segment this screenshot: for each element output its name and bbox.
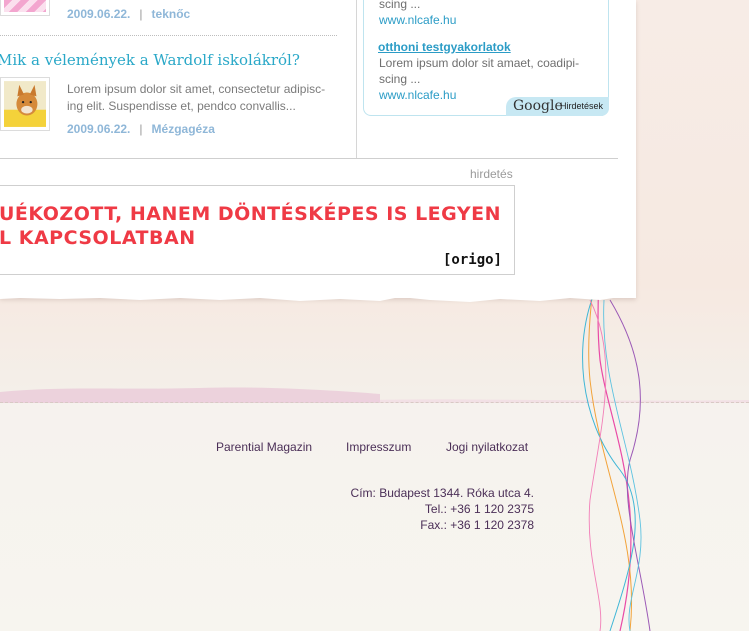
article-date: 2009.06.22.	[67, 7, 131, 21]
banner-ad[interactable]: UÉKOZOTT, HANEM DÖNTÉSKÉPES IS LEGYEN L …	[0, 185, 515, 275]
contact-fax: Fax.: +36 1 120 2378	[420, 518, 534, 532]
article-thumbnail[interactable]	[0, 77, 50, 131]
article-excerpt: Lorem ipsum dolor sit amet, consectetur …	[67, 81, 342, 115]
ad-body: Lorem ipsum dolor sit amaet, coadipi-	[379, 56, 580, 70]
ad-item: otthoni testgyakorlatok Lorem ipsum dolo…	[378, 39, 579, 103]
article-date: 2009.06.22.	[67, 122, 131, 136]
meta-separator: |	[139, 122, 143, 136]
article-thumbnail[interactable]	[0, 0, 50, 16]
banner-text-line: UÉKOZOTT, HANEM DÖNTÉSKÉPES IS LEGYEN	[0, 203, 501, 225]
ad-body: scing ...	[379, 0, 421, 11]
banner-brand: [origo]	[442, 252, 502, 268]
footer-link-impresszum[interactable]: Impresszum	[346, 440, 411, 454]
article-author[interactable]: Mézgagéza	[152, 122, 215, 136]
google-ads-label: Hirdetések	[560, 101, 604, 111]
banner-text-line: L KAPCSOLATBAN	[0, 227, 196, 249]
meta-separator: |	[139, 7, 143, 21]
contact-phone: Tel.: +36 1 120 2375	[424, 502, 534, 516]
ad-item: scing ... www.nlcafe.hu	[379, 0, 456, 28]
google-logo: Google	[513, 98, 563, 114]
column-divider	[356, 0, 357, 158]
ad-url[interactable]: www.nlcafe.hu	[379, 12, 456, 28]
ad-title-link[interactable]: otthoni testgyakorlatok	[378, 39, 579, 55]
contact-address: Cím: Budapest 1344. Róka utca 4.	[350, 486, 534, 500]
section-divider	[0, 158, 618, 159]
ad-label: hirdetés	[470, 167, 513, 181]
article-meta: 2009.06.22. | Mézgagéza	[67, 122, 215, 136]
article-divider	[0, 35, 337, 36]
article-author[interactable]: teknőc	[152, 7, 191, 21]
footer-link-parential-magazin[interactable]: Parential Magazin	[216, 440, 312, 454]
article-excerpt-line: Lorem ipsum dolor sit amet, consectetur …	[67, 82, 326, 96]
google-ads-tag[interactable]: Google Hirdetések	[506, 97, 609, 116]
article-excerpt-line: ing elit. Suspendisse et, pendco convall…	[67, 99, 296, 113]
dog-photo	[4, 81, 46, 127]
torn-paper-edge	[0, 288, 636, 302]
article-title[interactable]: Mik a vélemények a Wardolf iskolákról?	[0, 51, 300, 69]
ad-body: scing ...	[379, 72, 421, 86]
article-meta: 2009.06.22. | teknőc	[67, 7, 190, 21]
footer-link-jogi-nyilatkozat[interactable]: Jogi nyilatkozat	[446, 440, 528, 454]
